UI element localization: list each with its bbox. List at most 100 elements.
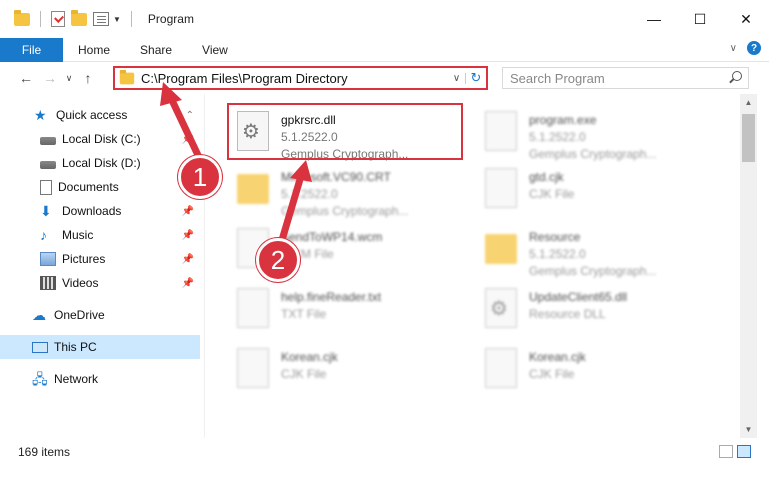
tab-home[interactable]: Home <box>63 38 125 62</box>
vertical-scrollbar[interactable]: ▲ ▼ <box>740 94 757 438</box>
quick-access-toolbar: ▼ Program <box>0 0 194 38</box>
file-item-gtd-cjk[interactable]: gtd.cjk CJK File <box>475 160 710 215</box>
address-path[interactable]: C:\Program Files\Program Directory <box>141 71 448 86</box>
folder-icon <box>237 174 269 204</box>
sidebar-item-downloads[interactable]: ⬇ Downloads 📌 <box>0 199 200 223</box>
file-version: 5.1.2522.0 <box>529 130 586 144</box>
sidebar-item-label: Pictures <box>62 252 106 266</box>
file-item-updateclient[interactable]: UpdateClient65.dll Resource DLL <box>475 280 710 335</box>
downloads-icon: ⬇ <box>40 203 52 219</box>
forward-button[interactable]: → <box>38 66 62 90</box>
sidebar-item-local-disk-c[interactable]: Local Disk (C:) 📌 <box>0 127 200 151</box>
ribbon-tabs: File Home Share View ∨ ? <box>0 37 769 62</box>
file-name: Resource <box>529 230 581 244</box>
details-view-icon[interactable] <box>719 445 733 458</box>
star-icon: ★ <box>34 107 47 123</box>
file-item-korean-cjk-2[interactable]: Korean.cjk CJK File <box>475 340 710 395</box>
file-name: program.exe <box>529 113 597 127</box>
navigation-bar: ← → ∨ ↑ C:\Program Files\Program Directo… <box>0 62 769 94</box>
file-name: gtd.cjk <box>529 170 564 184</box>
pin-icon: 📌 <box>181 277 194 289</box>
file-item-help-txt[interactable]: help.fineReader.txt TXT File <box>227 280 462 335</box>
close-button[interactable]: ✕ <box>723 0 769 38</box>
customize-icon[interactable] <box>93 12 109 26</box>
maximize-button[interactable]: ☐ <box>677 0 723 38</box>
back-button[interactable]: ← <box>14 66 38 90</box>
address-bar[interactable]: C:\Program Files\Program Directory ∨ ↻ <box>113 66 488 90</box>
file-icon <box>237 348 269 388</box>
sidebar-item-local-disk-d[interactable]: Local Disk (D:) <box>0 151 200 175</box>
file-name: Korean.cjk <box>281 350 338 364</box>
file-icon <box>485 348 517 388</box>
pin-icon: 📌 <box>181 253 194 265</box>
scroll-up-icon[interactable]: ▲ <box>740 94 757 111</box>
pin-icon: 📌 <box>181 205 194 217</box>
file-name: help.fineReader.txt <box>281 290 382 304</box>
address-dropdown-icon[interactable]: ∨ <box>448 72 466 84</box>
chevron-down-icon[interactable]: ▼ <box>113 15 121 24</box>
folder-icon <box>14 9 30 26</box>
drive-icon <box>40 137 56 145</box>
toolbar-separator <box>130 11 132 27</box>
tab-share[interactable]: Share <box>125 38 187 62</box>
pictures-icon <box>40 252 56 266</box>
sidebar-item-label: Local Disk (C:) <box>62 132 141 146</box>
file-icon <box>237 288 269 328</box>
sidebar-item-network[interactable]: 🖧 Network <box>0 367 200 391</box>
sidebar-item-label: Quick access <box>56 108 128 122</box>
sidebar-item-pictures[interactable]: Pictures 📌 <box>0 247 200 271</box>
file-version: 5.1.2522.0 <box>529 247 586 261</box>
file-item-vc90[interactable]: Microsoft.VC90.CRT 5.1.2522.0 Gemplus Cr… <box>227 160 462 218</box>
sidebar-item-music[interactable]: ♪ Music 📌 <box>0 223 200 247</box>
file-description: Gemplus Cryptograph... <box>281 204 409 218</box>
help-icon[interactable]: ? <box>747 41 761 55</box>
properties-check-icon[interactable] <box>51 11 65 27</box>
sidebar-item-label: This PC <box>54 340 97 354</box>
music-icon: ♪ <box>40 227 47 243</box>
sidebar-item-videos[interactable]: Videos 📌 <box>0 271 200 295</box>
computer-icon <box>32 341 48 353</box>
search-icon <box>732 71 742 81</box>
scroll-down-icon[interactable]: ▼ <box>740 421 757 438</box>
file-item-resource[interactable]: Resource 5.1.2522.0 Gemplus Cryptograph.… <box>475 220 710 278</box>
drive-icon <box>40 161 56 169</box>
scrollbar-thumb[interactable] <box>742 114 755 162</box>
search-placeholder: Search Program <box>510 70 605 86</box>
folder-icon <box>119 69 135 84</box>
recent-locations-button[interactable]: ∨ <box>62 66 76 90</box>
sidebar-item-quick-access[interactable]: ★ Quick access ⌃ <box>0 103 200 127</box>
file-name: Microsoft.VC90.CRT <box>281 170 391 184</box>
file-name: SendToWP14.wcm <box>281 230 383 244</box>
window-bottom-edge <box>0 466 769 480</box>
refresh-icon[interactable]: ↻ <box>466 70 486 86</box>
file-type: CJK File <box>529 367 575 381</box>
file-item-korean-cjk[interactable]: Korean.cjk CJK File <box>227 340 462 395</box>
window-title: Program <box>147 12 194 26</box>
up-button[interactable]: ↑ <box>76 66 100 90</box>
exe-icon <box>485 111 517 151</box>
callout-badge-1: 1 <box>178 155 222 199</box>
network-icon: 🖧 <box>32 371 48 387</box>
search-input[interactable]: Search Program <box>502 67 749 89</box>
sidebar-item-label: Local Disk (D:) <box>62 156 141 170</box>
minimize-button[interactable]: — <box>631 0 677 38</box>
sidebar-item-onedrive[interactable]: ☁ OneDrive <box>0 303 200 327</box>
pin-icon: 📌 <box>181 229 194 241</box>
tab-file[interactable]: File <box>0 37 63 62</box>
tab-view[interactable]: View <box>187 38 243 62</box>
window-controls: — ☐ ✕ <box>631 0 769 38</box>
large-icons-view-icon[interactable] <box>737 445 751 458</box>
callout-badge-2: 2 <box>256 238 300 282</box>
title-bar: ▼ Program — ☐ ✕ <box>0 0 769 38</box>
expand-ribbon-icon[interactable]: ∨ <box>730 43 737 54</box>
file-name: Korean.cjk <box>529 350 586 364</box>
folder-icon <box>485 234 517 264</box>
sidebar-item-label: Videos <box>62 276 99 290</box>
file-type: CJK File <box>281 367 327 381</box>
sidebar-item-this-pc[interactable]: This PC <box>0 335 200 359</box>
sidebar-item-documents[interactable]: Documents <box>0 175 200 199</box>
highlight-box <box>227 103 463 160</box>
sidebar-item-label: Music <box>62 228 94 242</box>
new-folder-icon[interactable] <box>71 9 87 26</box>
file-item-program-exe[interactable]: program.exe 5.1.2522.0 Gemplus Cryptogra… <box>475 103 710 161</box>
